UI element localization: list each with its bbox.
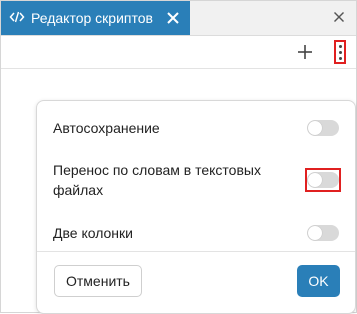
script-editor-window: Редактор скриптов Автосохранение Перенос… <box>0 0 357 314</box>
tab-script-editor[interactable]: Редактор скриптов <box>1 1 190 35</box>
settings-dialog: Автосохранение Перенос по словам в текст… <box>36 100 356 314</box>
ok-button[interactable]: OK <box>297 265 340 297</box>
word-wrap-label-line2: файлах <box>53 182 104 198</box>
plus-icon[interactable] <box>297 44 313 60</box>
close-icon[interactable] <box>333 11 345 23</box>
word-wrap-label-line1: Перенос по словам в текстовых <box>53 162 261 178</box>
tab-close-icon[interactable] <box>165 10 181 26</box>
two-columns-label: Две колонки <box>53 225 133 241</box>
divider <box>37 251 355 252</box>
more-vertical-icon[interactable] <box>334 40 346 64</box>
highlight-box <box>305 168 341 192</box>
toggle-knob <box>308 226 322 240</box>
autosave-toggle[interactable] <box>307 120 339 136</box>
code-icon <box>9 11 25 23</box>
tab-title: Редактор скриптов <box>31 10 153 26</box>
more-dot <box>339 57 342 60</box>
cancel-button[interactable]: Отменить <box>54 265 142 297</box>
autosave-label: Автосохранение <box>53 120 160 136</box>
toolbar <box>1 36 356 69</box>
more-dot <box>339 51 342 54</box>
toggle-knob <box>308 121 322 135</box>
two-columns-toggle[interactable] <box>307 225 339 241</box>
tab-bar: Редактор скриптов <box>1 1 356 36</box>
more-dot <box>339 45 342 48</box>
